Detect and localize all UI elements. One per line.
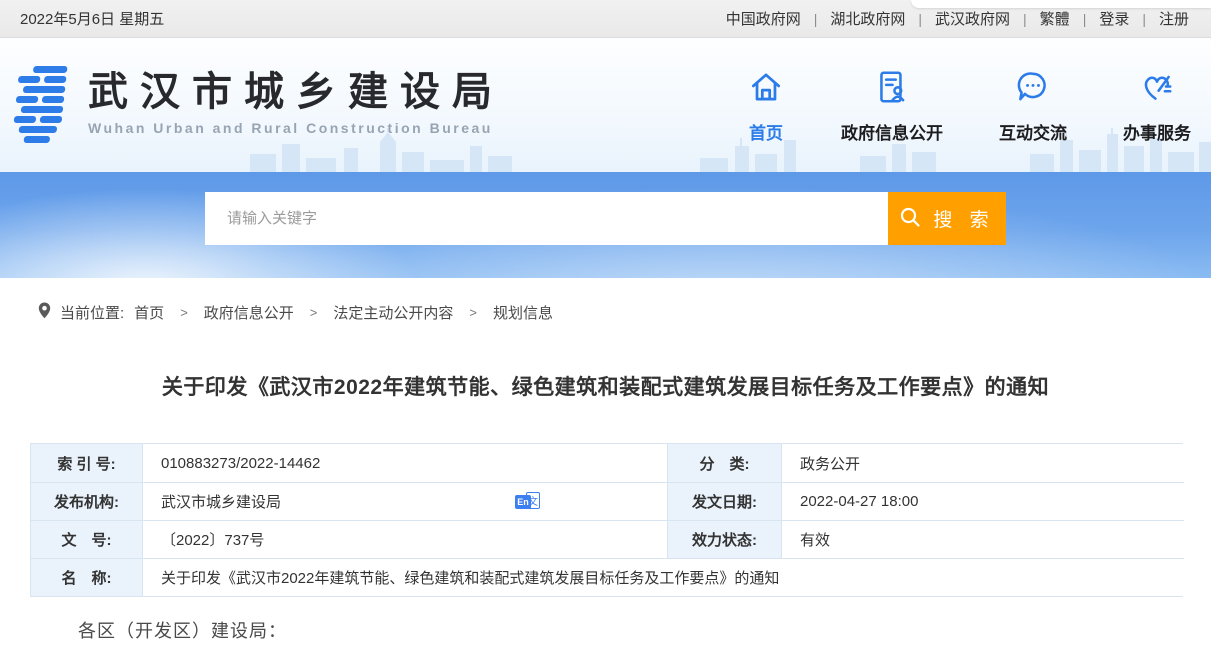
meta-label-index: 索 引 号: — [31, 444, 142, 482]
publisher-text: 武汉市城乡建设局 — [161, 491, 281, 512]
breadcrumb-separator: > — [469, 305, 477, 320]
meta-label-publisher: 发布机构: — [31, 482, 142, 520]
nav-label-home: 首页 — [749, 119, 783, 144]
main-navigation: 首页 政府信息公开 — [747, 68, 1191, 144]
translate-icon[interactable]: 文 En — [515, 492, 542, 512]
site-title-english: Wuhan Urban and Rural Construction Burea… — [88, 120, 504, 136]
meta-value-name: 关于印发《武汉市2022年建筑节能、绿色建筑和装配式建筑发展目标任务及工作要点》… — [142, 558, 1184, 596]
breadcrumb-statutory-disclosure[interactable]: 法定主动公开内容 — [333, 302, 453, 323]
meta-label-category: 分 类: — [667, 444, 781, 482]
document-title: 关于印发《武汉市2022年建筑节能、绿色建筑和装配式建筑发展目标任务及工作要点》… — [0, 371, 1211, 401]
link-traditional-chinese[interactable]: 繁體 — [1040, 8, 1070, 29]
top-utility-bar: 2022年5月6日 星期五 中国政府网 | 湖北政府网 | 武汉政府网 | 繁體… — [0, 0, 1211, 38]
breadcrumb-separator: > — [310, 305, 318, 320]
gov-info-doc-icon — [873, 68, 911, 111]
home-icon — [747, 68, 785, 111]
location-pin-icon — [38, 302, 60, 323]
nav-item-gov-info[interactable]: 政府信息公开 — [841, 68, 943, 144]
breadcrumb: 当前位置: 首页 > 政府信息公开 > 法定主动公开内容 > 规划信息 — [0, 302, 1211, 323]
translate-icon-en: En — [515, 495, 531, 509]
link-login[interactable]: 登录 — [1099, 8, 1129, 29]
nav-label-services: 办事服务 — [1123, 119, 1191, 144]
search-banner: 搜 索 — [0, 172, 1211, 278]
meta-label-docnum: 文 号: — [31, 520, 142, 558]
page-content: 当前位置: 首页 > 政府信息公开 > 法定主动公开内容 > 规划信息 关于印发… — [0, 278, 1211, 643]
document-meta-table: 索 引 号: 010883273/2022-14462 分 类: 政务公开 发布… — [30, 443, 1183, 597]
nav-label-interaction: 互动交流 — [999, 119, 1067, 144]
separator: | — [814, 11, 818, 27]
site-brand: 武汉市城乡建设局 Wuhan Urban and Rural Construct… — [8, 62, 504, 148]
nav-item-interaction[interactable]: 互动交流 — [999, 68, 1067, 144]
nav-item-home[interactable]: 首页 — [747, 68, 785, 144]
meta-label-validity: 效力状态: — [667, 520, 781, 558]
meta-value-index: 010883273/2022-14462 — [142, 444, 667, 482]
search-bar: 搜 索 — [205, 192, 1006, 245]
breadcrumb-separator: > — [180, 305, 188, 320]
bureau-logo — [8, 62, 72, 148]
utility-links: 中国政府网 | 湖北政府网 | 武汉政府网 | 繁體 | 登录 | 注册 — [726, 8, 1189, 29]
site-title: 武汉市城乡建设局 — [88, 70, 504, 114]
meta-value-docnum: 〔2022〕737号 — [142, 520, 667, 558]
search-button-label: 搜 索 — [933, 205, 994, 232]
separator: | — [1023, 11, 1027, 27]
link-hubei-gov[interactable]: 湖北政府网 — [830, 8, 905, 29]
service-heart-icon — [1138, 68, 1176, 111]
chat-bubble-icon — [1014, 68, 1052, 111]
nav-item-services[interactable]: 办事服务 — [1123, 68, 1191, 144]
separator: | — [1142, 11, 1146, 27]
nav-label-gov-info: 政府信息公开 — [841, 119, 943, 144]
breadcrumb-gov-info[interactable]: 政府信息公开 — [204, 302, 294, 323]
link-wuhan-gov[interactable]: 武汉政府网 — [935, 8, 1010, 29]
breadcrumb-label: 当前位置: — [60, 302, 124, 323]
meta-value-category: 政务公开 — [781, 444, 1184, 482]
breadcrumb-planning-info[interactable]: 规划信息 — [493, 302, 553, 323]
meta-value-validity: 有效 — [781, 520, 1184, 558]
document-body-first-line: 各区（开发区）建设局： — [78, 617, 1183, 643]
meta-label-date: 发文日期: — [667, 482, 781, 520]
meta-value-date: 2022-04-27 18:00 — [781, 482, 1184, 520]
search-icon — [899, 206, 921, 231]
link-china-gov[interactable]: 中国政府网 — [726, 8, 801, 29]
link-register[interactable]: 注册 — [1159, 8, 1189, 29]
separator: | — [1083, 11, 1087, 27]
breadcrumb-home[interactable]: 首页 — [134, 302, 164, 323]
meta-label-name: 名 称: — [31, 558, 142, 596]
meta-value-publisher: 武汉市城乡建设局 文 En — [142, 482, 667, 520]
search-input[interactable] — [205, 192, 888, 245]
site-header: 武汉市城乡建设局 Wuhan Urban and Rural Construct… — [0, 38, 1211, 172]
search-button[interactable]: 搜 索 — [888, 192, 1006, 245]
current-date: 2022年5月6日 星期五 — [20, 8, 164, 29]
browser-popup-edge — [911, 0, 1211, 8]
brand-text: 武汉市城乡建设局 Wuhan Urban and Rural Construct… — [88, 62, 504, 136]
separator: | — [918, 11, 922, 27]
